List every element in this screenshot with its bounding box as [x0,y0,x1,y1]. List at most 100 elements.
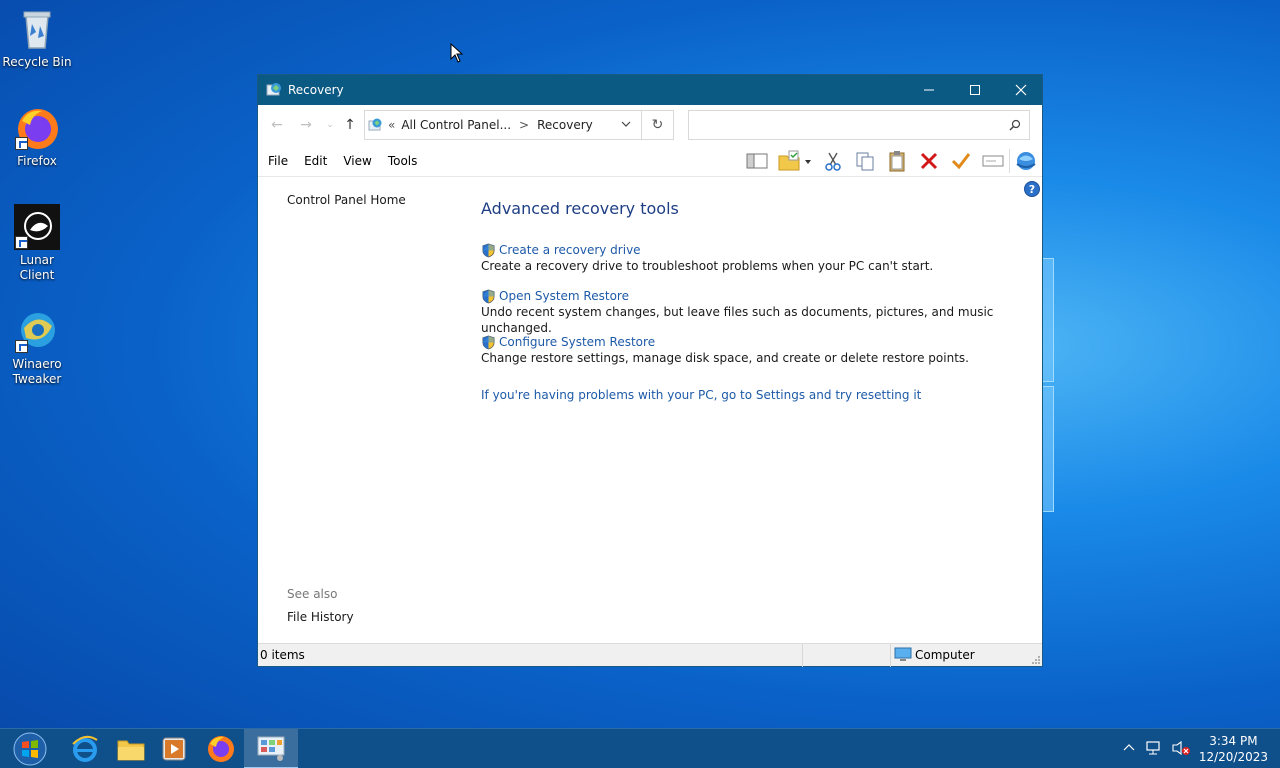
back-button[interactable]: ← [267,115,287,135]
desktop-icon-lunar-client[interactable]: Lunar Client [2,204,72,283]
item-count: 0 items [260,648,305,662]
close-button[interactable] [998,75,1044,105]
paste-button[interactable] [881,145,913,177]
chevron-up-icon [1123,743,1135,750]
see-also-heading: See also [287,587,338,601]
rename-icon [982,155,1004,167]
control-panel-home-link[interactable]: Control Panel Home [287,193,406,207]
layout-pane-icon [746,153,768,169]
copy-icon [856,152,874,171]
copy-button[interactable] [849,145,881,177]
scissors-icon [825,152,841,171]
clock[interactable]: 3:34 PM 12/20/2023 [1199,733,1268,765]
internet-explorer-icon [72,735,98,762]
shortcut-arrow-icon [15,340,28,353]
menu-tools[interactable]: Tools [388,154,418,168]
forward-button[interactable]: → [296,115,316,135]
tool-configure-system-restore: Configure System Restore Change restore … [481,334,969,366]
network-button[interactable] [1145,740,1163,759]
status-location-label: Computer [915,648,975,662]
close-icon [1015,84,1027,96]
breadcrumb-overflow[interactable]: « [388,118,395,132]
minimize-button[interactable] [906,75,952,105]
file-history-link[interactable]: File History [287,610,354,624]
menu-bar: File Edit View Tools [258,145,1042,177]
uac-shield-icon [482,243,495,257]
show-hidden-icons-button[interactable] [1123,742,1135,757]
folder-properties-icon [778,150,811,171]
desktop-icon-label: Lunar Client [19,253,55,282]
window-title: Recovery [288,83,344,97]
taskbar-internet-explorer[interactable] [60,729,110,768]
menu-view[interactable]: View [343,154,371,168]
firefox-icon [14,105,60,151]
rename-button[interactable] [977,145,1009,177]
breadcrumb-recovery[interactable]: Recovery [537,118,593,132]
clock-date: 12/20/2023 [1198,750,1268,764]
breadcrumb-all-control-panel[interactable]: All Control Panel... [401,118,511,132]
arrow-right-icon: → [300,117,312,133]
status-location: Computer [894,647,975,663]
up-button[interactable]: ↑ [340,115,360,135]
folder-icon [117,740,145,761]
shortcut-arrow-icon [15,137,28,150]
chevron-down-icon: ⌄ [326,120,334,130]
status-bar: 0 items Computer [258,643,1042,667]
desktop-icon-recycle-bin[interactable]: Recycle Bin [2,6,72,70]
chevron-down-icon [621,121,631,127]
refresh-icon: ↻ [651,117,664,133]
tool-description: Change restore settings, manage disk spa… [481,351,969,365]
help-icon[interactable]: ? [1024,181,1040,197]
desktop-icon-firefox[interactable]: Firefox [2,105,72,169]
start-button[interactable] [5,729,55,768]
tool-create-recovery-drive: Create a recovery drive Create a recover… [481,242,933,274]
reset-pc-link[interactable]: If you're having problems with your PC, … [481,388,921,402]
windows-orb-icon [13,732,47,766]
cut-button[interactable] [817,145,849,177]
layout-button[interactable] [741,145,773,177]
breadcrumb-separator[interactable]: > [519,118,529,132]
resize-grip-icon[interactable] [1031,655,1041,665]
menu-file[interactable]: File [268,154,288,168]
volume-muted-icon [1172,740,1190,755]
command-toolbar [741,145,1042,177]
status-separator [802,644,803,667]
tool-open-system-restore: Open System Restore Undo recent system c… [481,288,1042,335]
address-bar[interactable]: « All Control Panel... > Recovery [364,110,642,140]
arrow-left-icon: ← [271,117,283,133]
menu-edit[interactable]: Edit [304,154,327,168]
control-panel-icon [257,736,285,761]
search-input[interactable] [688,110,1030,140]
internet-button[interactable] [1010,145,1042,177]
recent-locations-button[interactable]: ⌄ [320,115,340,135]
page-title: Advanced recovery tools [481,199,679,218]
control-panel-icon [266,83,281,96]
status-separator [890,644,891,667]
winaero-tweaker-icon [14,308,60,354]
desktop-icon-label: Firefox [17,154,57,168]
address-toolbar: ← → ⌄ ↑ « All Control Panel... > Recover… [258,105,1042,145]
tool-description: Undo recent system changes, but leave fi… [481,305,994,335]
open-system-restore-link[interactable]: Open System Restore [481,288,1042,304]
computer-icon [894,647,912,661]
properties-button[interactable] [945,145,977,177]
clock-time: 3:34 PM [1209,734,1258,748]
clipboard-icon [889,151,905,172]
taskbar-control-panel[interactable] [244,729,298,768]
configure-system-restore-link[interactable]: Configure System Restore [481,334,969,350]
address-dropdown-button[interactable] [621,118,631,132]
uac-shield-icon [482,335,495,349]
media-player-icon [162,737,186,761]
taskbar-media-player[interactable] [149,729,199,768]
taskbar-firefox[interactable] [196,729,246,768]
create-recovery-drive-link[interactable]: Create a recovery drive [481,242,933,258]
refresh-button[interactable]: ↻ [642,110,674,140]
delete-button[interactable] [913,145,945,177]
arrow-up-icon: ↑ [344,117,356,133]
title-bar[interactable]: Recovery [258,75,1042,105]
organize-button[interactable] [773,145,817,177]
volume-button[interactable] [1171,740,1191,759]
desktop-icon-winaero-tweaker[interactable]: Winaero Tweaker [2,308,72,387]
recycle-bin-icon [14,6,60,52]
maximize-button[interactable] [952,75,998,105]
